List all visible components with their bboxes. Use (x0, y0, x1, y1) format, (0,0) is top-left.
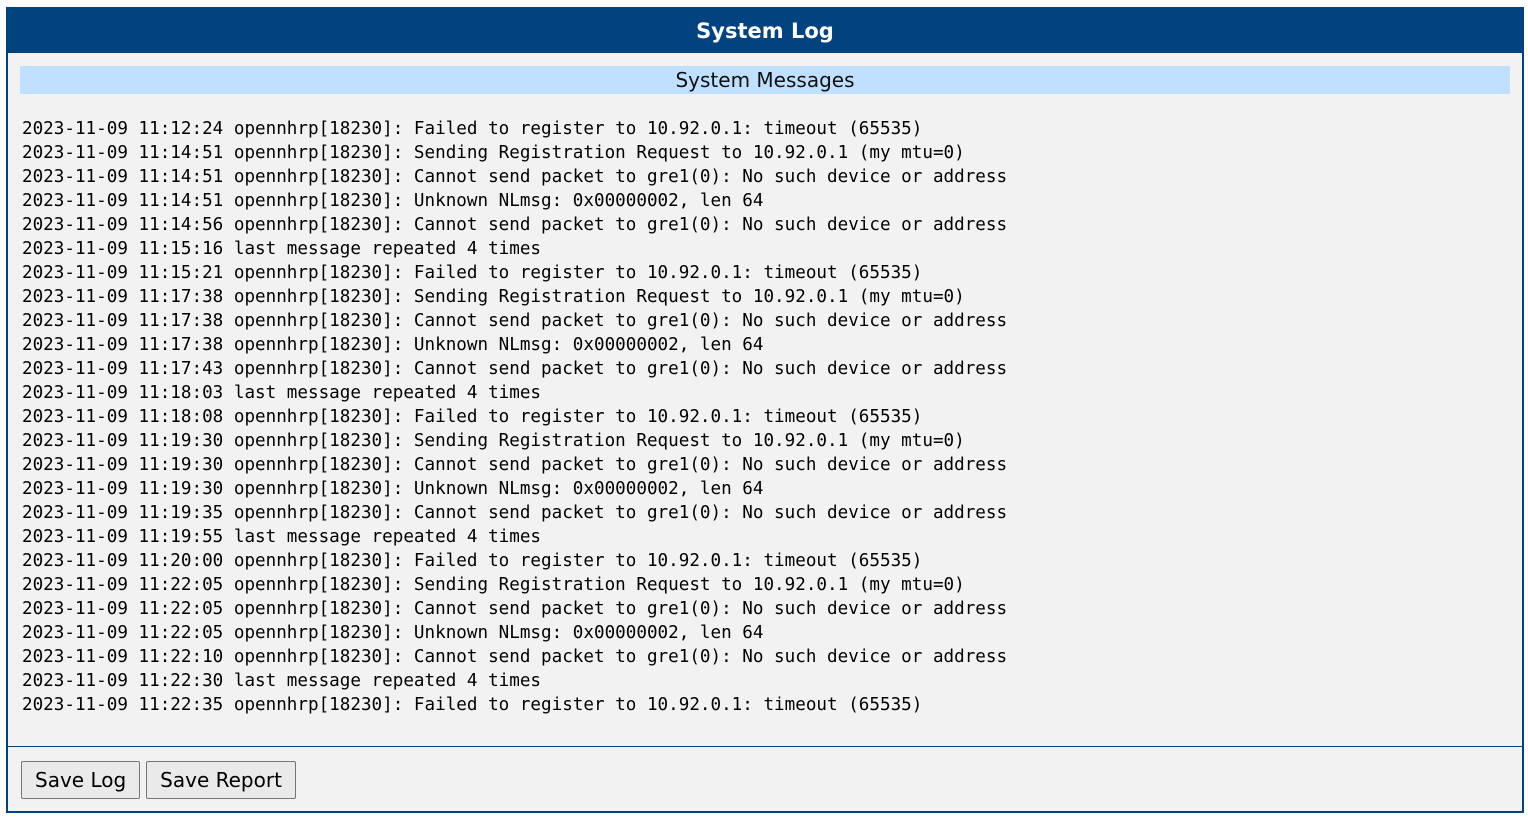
log-line: 2023-11-09 11:14:51 opennhrp[18230]: Sen… (22, 143, 965, 163)
log-line: 2023-11-09 11:19:30 opennhrp[18230]: Unk… (22, 479, 764, 499)
log-line: 2023-11-09 11:22:30 last message repeate… (22, 671, 542, 691)
log-line: 2023-11-09 11:22:05 opennhrp[18230]: Unk… (22, 623, 764, 643)
log-line: 2023-11-09 11:20:00 opennhrp[18230]: Fai… (22, 551, 923, 571)
log-line: 2023-11-09 11:17:38 opennhrp[18230]: Can… (22, 311, 1008, 331)
log-line: 2023-11-09 11:15:21 opennhrp[18230]: Fai… (22, 263, 923, 283)
divider (8, 746, 1522, 747)
log-line: 2023-11-09 11:14:51 opennhrp[18230]: Unk… (22, 191, 764, 211)
log-line: 2023-11-09 11:19:30 opennhrp[18230]: Can… (22, 455, 1008, 475)
save-log-button[interactable]: Save Log (21, 761, 141, 799)
log-line: 2023-11-09 11:17:38 opennhrp[18230]: Unk… (22, 335, 764, 355)
section-header: System Messages (20, 66, 1510, 94)
log-line: 2023-11-09 11:14:56 opennhrp[18230]: Can… (22, 215, 1008, 235)
log-line: 2023-11-09 11:17:43 opennhrp[18230]: Can… (22, 359, 1008, 379)
log-line: 2023-11-09 11:17:38 opennhrp[18230]: Sen… (22, 287, 965, 307)
log-line: 2023-11-09 11:22:05 opennhrp[18230]: Can… (22, 599, 1008, 619)
log-line: 2023-11-09 11:14:51 opennhrp[18230]: Can… (22, 167, 1008, 187)
save-report-button[interactable]: Save Report (146, 761, 296, 799)
log-line: 2023-11-09 11:18:08 opennhrp[18230]: Fai… (22, 407, 923, 427)
log-line: 2023-11-09 11:12:24 opennhrp[18230]: Fai… (22, 119, 923, 139)
log-line: 2023-11-09 11:19:55 last message repeate… (22, 527, 542, 547)
system-log-window: System Log System Messages 2023-11-09 11… (6, 7, 1524, 813)
window-title: System Log (8, 9, 1522, 53)
log-line: 2023-11-09 11:15:16 last message repeate… (22, 239, 542, 259)
button-bar: Save Log Save Report (21, 761, 296, 799)
log-line: 2023-11-09 11:22:05 opennhrp[18230]: Sen… (22, 575, 965, 595)
log-line: 2023-11-09 11:22:10 opennhrp[18230]: Can… (22, 647, 1008, 667)
log-line: 2023-11-09 11:19:30 opennhrp[18230]: Sen… (22, 431, 965, 451)
log-line: 2023-11-09 11:22:35 opennhrp[18230]: Fai… (22, 695, 923, 715)
log-line: 2023-11-09 11:19:35 opennhrp[18230]: Can… (22, 503, 1008, 523)
log-line: 2023-11-09 11:18:03 last message repeate… (22, 383, 542, 403)
log-output: 2023-11-09 11:12:24 opennhrp[18230]: Fai… (22, 117, 1512, 717)
